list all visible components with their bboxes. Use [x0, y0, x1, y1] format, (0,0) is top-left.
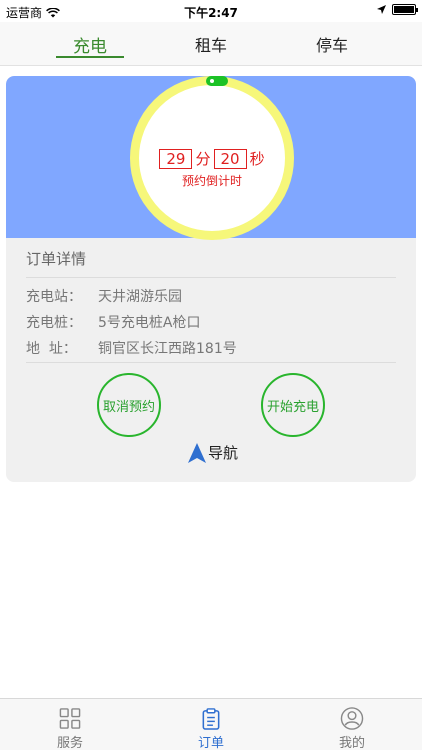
tab-rental-label: 租车 — [194, 36, 227, 55]
countdown-seconds: 20 — [213, 148, 247, 169]
user-icon — [340, 707, 364, 730]
active-tab-underline — [56, 56, 124, 58]
ring-progress-dot — [206, 76, 228, 86]
tab-rental[interactable]: 租车 — [141, 22, 281, 66]
navigation-arrow-icon — [188, 442, 206, 463]
tab-orders-label: 订单 — [197, 736, 224, 750]
countdown-minutes: 29 — [159, 148, 193, 169]
tab-orders[interactable]: 订单 — [141, 699, 281, 750]
cancel-reservation-button[interactable]: 取消预约 — [97, 373, 161, 437]
start-charging-button[interactable]: 开始充电 — [261, 373, 325, 437]
address-value: 铜官区长江西路181号 — [98, 341, 237, 357]
top-tab-bar: 充电 租车 停车 — [0, 22, 422, 66]
tab-charging[interactable]: 充电 — [20, 22, 160, 66]
bottom-tab-bar: 服务 订单 我的 — [0, 698, 422, 750]
status-time: 下午2:47 — [184, 6, 238, 20]
countdown-label: 预约倒计时 — [181, 174, 242, 188]
location-arrow-icon — [377, 5, 386, 14]
divider — [26, 277, 396, 278]
status-right — [377, 4, 418, 15]
tab-service-label: 服务 — [56, 736, 83, 750]
pile-value: 5号充电桩A枪口 — [98, 315, 201, 331]
address-label: 地 址： — [26, 341, 77, 357]
pile-label: 充电桩： — [26, 315, 82, 331]
tab-profile[interactable]: 我的 — [282, 699, 422, 750]
countdown-minutes-unit: 分 — [195, 150, 211, 168]
info-row-pile: 充电桩： 5号充电桩A枪口 — [26, 312, 200, 332]
grid-icon — [59, 708, 81, 729]
countdown-seconds-unit: 秒 — [249, 150, 265, 168]
tab-parking-label: 停车 — [315, 36, 348, 55]
navigate-button[interactable]: 导航 — [188, 442, 238, 463]
tab-charging-label: 充电 — [73, 36, 107, 57]
order-card: 29 分 20 秒 预约倒计时 订单详情 充电站： 天井湖游乐园 充电桩： 5号… — [6, 76, 416, 482]
status-bar: 运营商 下午2:47 — [0, 0, 422, 22]
info-row-station: 充电站： 天井湖游乐园 — [26, 286, 182, 306]
station-label: 充电站： — [26, 289, 82, 305]
countdown-timer: 29 分 20 秒 — [130, 148, 294, 169]
navigate-label: 导航 — [208, 444, 239, 462]
divider — [26, 362, 396, 363]
tab-service[interactable]: 服务 — [0, 699, 140, 750]
tab-parking[interactable]: 停车 — [262, 22, 402, 66]
order-details-title: 订单详情 — [26, 250, 87, 268]
tab-profile-label: 我的 — [338, 736, 365, 750]
info-row-address: 地 址： 铜官区长江西路181号 — [26, 338, 237, 358]
battery-icon — [392, 4, 418, 15]
station-value: 天井湖游乐园 — [98, 289, 182, 305]
clipboard-icon — [202, 708, 220, 730]
